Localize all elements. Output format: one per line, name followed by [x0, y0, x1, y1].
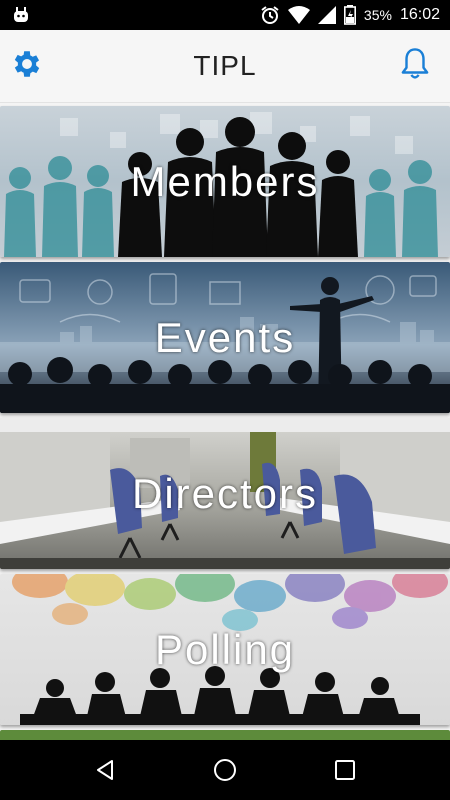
menu-card-label: Members	[130, 157, 320, 205]
bell-icon[interactable]	[400, 47, 430, 81]
menu-card-members[interactable]: Members	[0, 106, 450, 257]
navigation-bar	[0, 740, 450, 800]
clock-time: 16:02	[399, 6, 440, 23]
menu-card-label: Directors	[131, 469, 319, 517]
menu-card-label: Polling	[154, 625, 296, 673]
status-bar: 35% 16:02	[0, 0, 450, 30]
back-icon[interactable]	[93, 758, 117, 782]
menu-card-events[interactable]: Events	[0, 262, 450, 413]
battery-percent: 35%	[363, 7, 392, 23]
recents-icon[interactable]	[333, 758, 357, 782]
android-icon	[14, 7, 28, 22]
alarm-icon	[261, 6, 279, 24]
menu-card-label: Events	[154, 313, 296, 361]
page-title: TIPL	[193, 50, 257, 81]
home-icon[interactable]	[213, 758, 237, 782]
signal-icon	[317, 6, 336, 24]
app-bar: TIPL	[0, 30, 450, 103]
battery-icon	[343, 5, 356, 25]
wifi-icon	[287, 6, 310, 24]
menu-card-directors[interactable]: Directors	[0, 418, 450, 569]
menu-card-polling[interactable]: Polling	[0, 574, 450, 725]
